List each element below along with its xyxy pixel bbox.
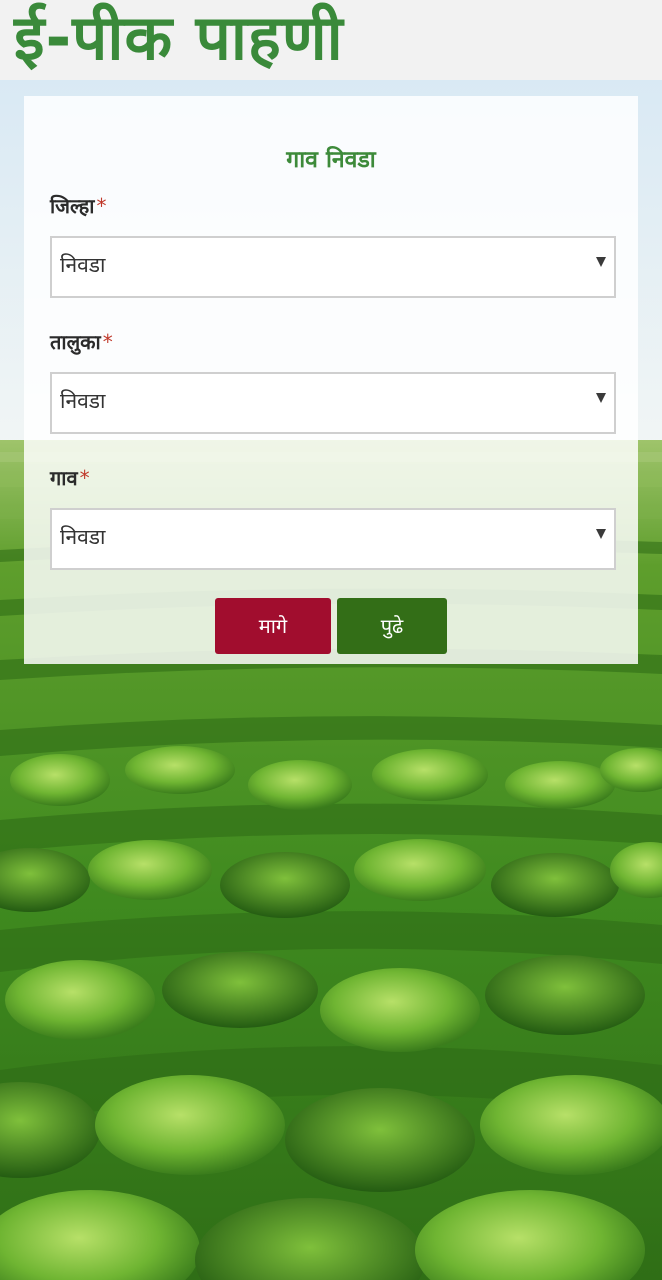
taluka-label-text: तालुका (50, 330, 101, 354)
village-label: गाव * (50, 464, 90, 491)
district-label: जिल्हा * (50, 192, 106, 219)
app-header: ई-पीक पाहणी (0, 0, 662, 80)
chevron-down-icon (596, 529, 606, 539)
required-mark: * (102, 330, 113, 354)
chevron-down-icon (596, 393, 606, 403)
district-select-value: निवडा (60, 253, 106, 277)
required-mark: * (96, 194, 107, 218)
back-button[interactable]: मागे (215, 598, 331, 654)
chevron-down-icon (596, 257, 606, 267)
next-button[interactable]: पुढे (337, 598, 447, 654)
village-select[interactable]: निवडा (50, 508, 616, 570)
district-select[interactable]: निवडा (50, 236, 616, 298)
app-title: ई-पीक पाहणी (14, 1, 344, 74)
form-title: गाव निवडा (286, 147, 376, 173)
village-select-value: निवडा (60, 525, 106, 549)
taluka-select[interactable]: निवडा (50, 372, 616, 434)
taluka-select-value: निवडा (60, 389, 106, 413)
required-mark: * (79, 466, 90, 490)
taluka-label: तालुका * (50, 328, 113, 355)
district-label-text: जिल्हा (50, 194, 95, 218)
village-label-text: गाव (50, 466, 78, 490)
